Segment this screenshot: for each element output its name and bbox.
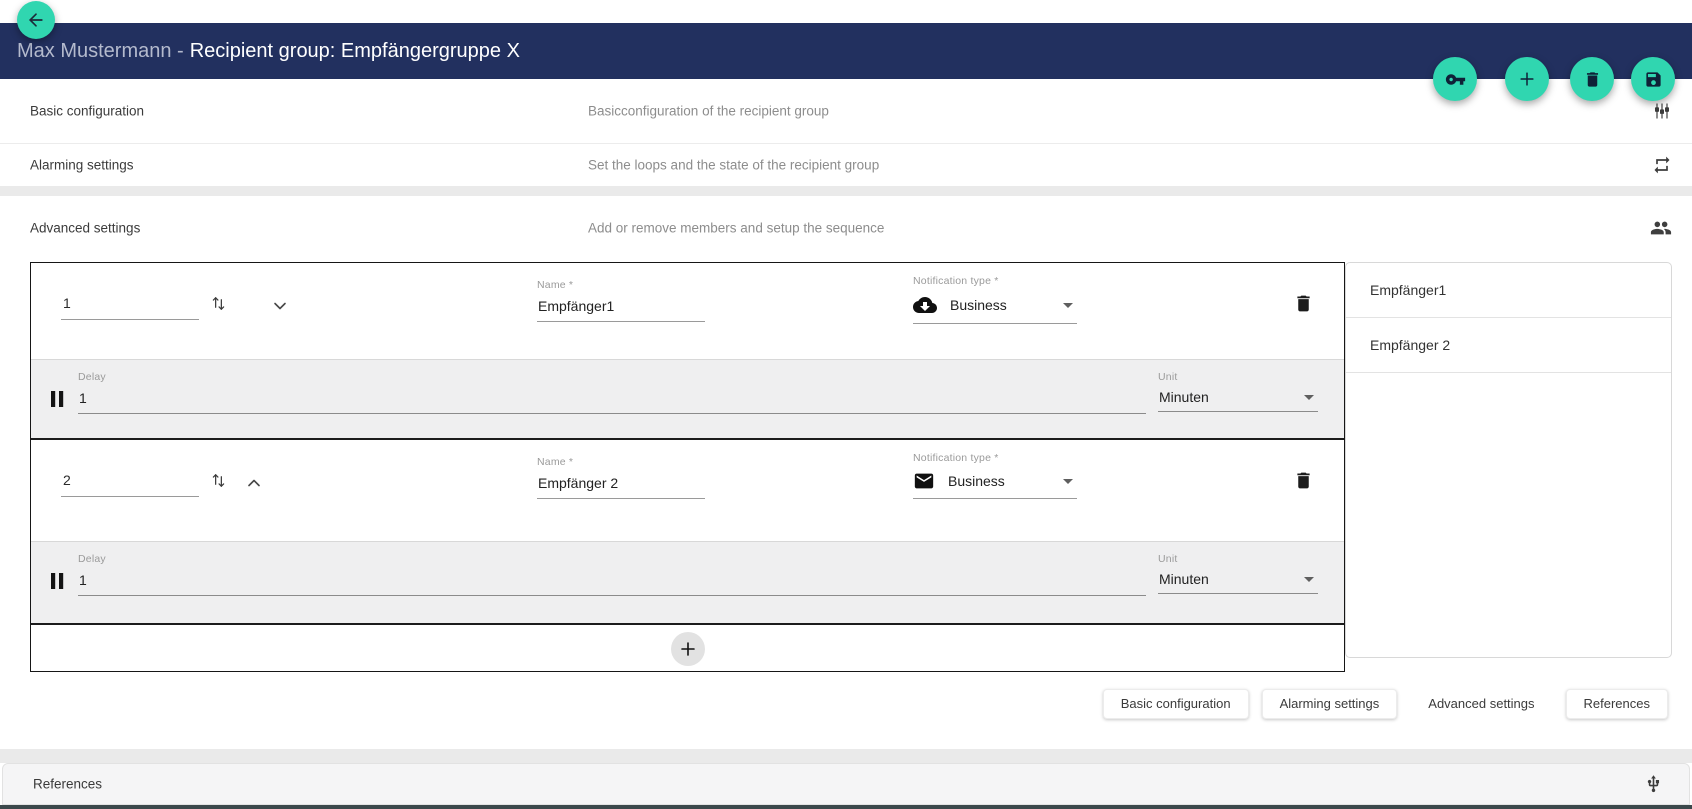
delay-field: Delay 1 — [78, 553, 1146, 596]
notification-type-value: Business — [948, 473, 1005, 489]
delay-label: Delay — [78, 371, 1146, 383]
mail-icon — [913, 470, 935, 492]
cloud-icon — [913, 293, 937, 317]
list-item[interactable]: Empfänger1 — [1346, 263, 1671, 318]
position-input[interactable]: 1 — [61, 291, 199, 320]
recipient-name: Empfänger1 — [1370, 282, 1446, 298]
plus-icon — [1517, 69, 1537, 89]
unit-select[interactable]: Minuten — [1158, 571, 1318, 594]
delay-label: Delay — [78, 553, 1146, 565]
advanced-settings-section: Advanced settings Add or remove members … — [0, 196, 1692, 749]
back-button[interactable] — [17, 1, 55, 39]
notification-type-label: Notification type * — [913, 452, 1077, 464]
key-icon — [1445, 69, 1466, 90]
pause-icon — [48, 389, 66, 409]
trash-icon — [1583, 70, 1602, 89]
delay-input[interactable]: 1 — [78, 390, 1146, 414]
notification-type-label: Notification type * — [913, 275, 1077, 287]
notification-type-field: Notification type * Business — [913, 452, 1077, 499]
section-description: Add or remove members and setup the sequ… — [588, 221, 884, 236]
name-value[interactable]: Empfänger 2 — [537, 475, 705, 499]
unit-value: Minuten — [1159, 389, 1209, 405]
add-member-button[interactable] — [671, 632, 705, 666]
delay-row: Delay 1 Unit Minuten — [31, 359, 1344, 438]
header-user: Max Mustermann - — [17, 40, 184, 63]
unit-value: Minuten — [1159, 571, 1209, 587]
tune-icon — [1652, 101, 1672, 121]
name-field[interactable]: Name * Empfänger 2 — [537, 456, 705, 499]
page-title: Max Mustermann - Recipient group: Empfän… — [17, 23, 520, 79]
notification-type-select[interactable]: Business — [913, 470, 1077, 499]
name-label: Name * — [537, 456, 705, 468]
delay-field: Delay 1 — [78, 371, 1146, 414]
add-member-icon — [680, 641, 696, 657]
section-row-advanced-settings[interactable]: Advanced settings Add or remove members … — [0, 206, 1692, 250]
dropdown-caret-icon — [1063, 479, 1073, 484]
unit-field: Unit Minuten — [1158, 553, 1318, 594]
people-icon — [1650, 217, 1672, 239]
delay-input[interactable]: 1 — [78, 572, 1146, 596]
chevron-down-icon[interactable] — [271, 297, 289, 315]
sort-icon[interactable] — [209, 294, 228, 313]
member-row: 2 Name * Empfänger 2 Notification type * — [31, 440, 1344, 541]
unit-label: Unit — [1158, 371, 1318, 383]
name-field[interactable]: Name * Empfänger1 — [537, 279, 705, 322]
delete-button[interactable] — [1570, 57, 1614, 101]
notification-type-field: Notification type * Business — [913, 275, 1077, 324]
section-title: Advanced settings — [30, 221, 140, 236]
recipient-group-page: Max Mustermann - Recipient group: Empfän… — [0, 0, 1692, 809]
back-arrow-icon — [26, 10, 46, 30]
sort-icon[interactable] — [209, 471, 228, 490]
add-member-row — [31, 625, 1344, 672]
unit-label: Unit — [1158, 553, 1318, 565]
tab-advanced-settings[interactable]: Advanced settings — [1410, 689, 1552, 719]
section-row-alarming-settings[interactable]: Alarming settings Set the loops and the … — [0, 143, 1692, 186]
section-description: Basicconfiguration of the recipient grou… — [588, 104, 829, 119]
recipients-list-panel: Empfänger1 Empfänger 2 — [1345, 262, 1672, 658]
divider — [0, 186, 1692, 196]
chevron-up-icon[interactable] — [245, 474, 263, 492]
section-title: Alarming settings — [30, 158, 134, 173]
section-row-references[interactable]: References — [2, 763, 1690, 805]
bottom-edge-strip — [0, 805, 1692, 809]
dropdown-caret-icon — [1304, 577, 1314, 582]
section-description: Set the loops and the state of the recip… — [588, 158, 879, 173]
remove-member-button[interactable] — [1293, 293, 1314, 314]
name-label: Name * — [537, 279, 705, 291]
dropdown-caret-icon — [1304, 395, 1314, 400]
notification-type-select[interactable]: Business — [913, 293, 1077, 324]
member-block-2: 2 Name * Empfänger 2 Notification type * — [31, 440, 1344, 625]
tab-basic-configuration[interactable]: Basic configuration — [1103, 689, 1249, 719]
remove-member-button[interactable] — [1293, 470, 1314, 491]
name-value[interactable]: Empfänger1 — [537, 298, 705, 322]
repeat-icon — [1652, 155, 1672, 175]
tab-references[interactable]: References — [1566, 689, 1668, 719]
unit-select[interactable]: Minuten — [1158, 389, 1318, 412]
delay-row: Delay 1 Unit Minuten — [31, 541, 1344, 623]
section-list-card: Basic configuration Basicconfiguration o… — [0, 79, 1692, 186]
recipient-name: Empfänger 2 — [1370, 337, 1450, 353]
add-button[interactable] — [1505, 57, 1549, 101]
divider — [0, 749, 1692, 763]
member-block-1: 1 Name * Empfänger1 Notification type * — [31, 263, 1344, 440]
footer-tabs: Basic configuration Alarming settings Ad… — [1103, 688, 1668, 719]
dropdown-caret-icon — [1063, 303, 1073, 308]
save-button[interactable] — [1631, 57, 1675, 101]
member-row: 1 Name * Empfänger1 Notification type * — [31, 263, 1344, 359]
list-item[interactable]: Empfänger 2 — [1346, 318, 1671, 373]
permissions-button[interactable] — [1433, 57, 1477, 101]
usb-icon — [1644, 775, 1663, 794]
pause-icon — [48, 571, 66, 591]
tab-alarming-settings[interactable]: Alarming settings — [1262, 689, 1398, 719]
notification-type-value: Business — [950, 297, 1007, 313]
unit-field: Unit Minuten — [1158, 371, 1318, 412]
position-input[interactable]: 2 — [61, 468, 199, 497]
save-icon — [1644, 70, 1663, 89]
section-title: Basic configuration — [30, 104, 144, 119]
header-main-title: Recipient group: Empfängergruppe X — [190, 40, 520, 63]
members-form: 1 Name * Empfänger1 Notification type * — [30, 262, 1345, 672]
section-title: References — [33, 777, 102, 792]
